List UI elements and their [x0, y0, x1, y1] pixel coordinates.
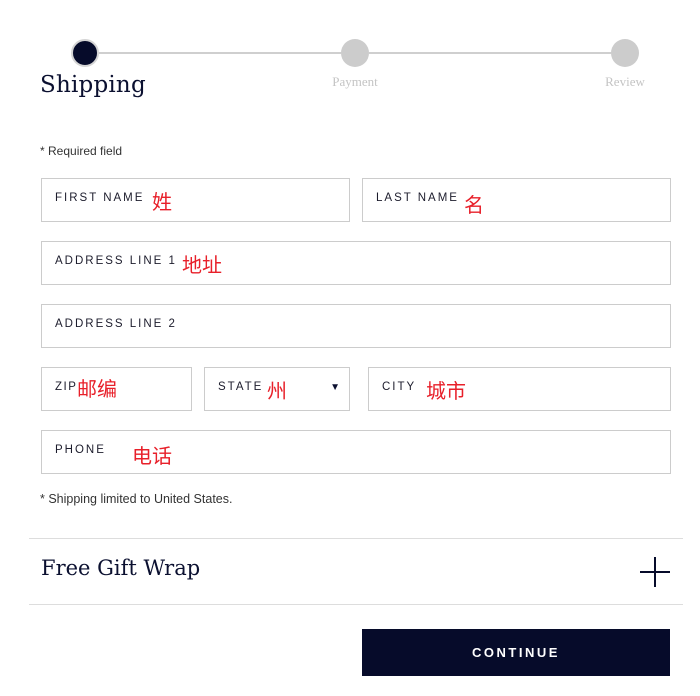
shipping-limit-note: * Shipping limited to United States.: [40, 492, 233, 506]
zip-label: ZIP: [55, 381, 78, 393]
first-name-label: FIRST NAME: [55, 192, 145, 204]
gift-wrap-title: Free Gift Wrap: [41, 556, 201, 580]
step-title-shipping: Shipping: [40, 72, 146, 98]
zip-field[interactable]: ZIP 邮编: [41, 367, 192, 411]
zip-value: 邮编: [77, 379, 117, 401]
city-field[interactable]: CITY 城市: [368, 367, 671, 411]
last-name-label: LAST NAME: [376, 192, 459, 204]
caret-down-icon[interactable]: ▼: [330, 382, 340, 393]
state-value: 州: [267, 381, 287, 403]
city-value: 城市: [426, 381, 466, 403]
phone-label: PHONE: [55, 444, 106, 456]
first-name-field[interactable]: FIRST NAME 姓: [41, 178, 350, 222]
address-line-1-field[interactable]: ADDRESS LINE 1 地址: [41, 241, 671, 285]
step-label-payment: Payment: [332, 74, 378, 89]
step-dot-payment: [341, 39, 369, 67]
divider: [29, 604, 683, 605]
stepper-connector: [99, 52, 341, 54]
address-line-1-label: ADDRESS LINE 1: [55, 255, 177, 267]
phone-field[interactable]: PHONE 电话: [41, 430, 671, 474]
last-name-value: 名: [464, 195, 484, 217]
first-name-value: 姓: [152, 192, 172, 214]
address-line-2-label: ADDRESS LINE 2: [55, 318, 177, 330]
last-name-field[interactable]: LAST NAME 名: [362, 178, 671, 222]
step-dot-review: [611, 39, 639, 67]
stepper-connector: [369, 52, 611, 54]
plus-icon[interactable]: [640, 557, 670, 587]
state-label: STATE: [218, 381, 264, 393]
state-select[interactable]: STATE 州 ▼: [204, 367, 350, 411]
required-field-note: * Required field: [40, 144, 123, 158]
step-label-review: Review: [605, 74, 645, 89]
divider: [29, 538, 683, 539]
address-line-1-value: 地址: [182, 255, 222, 277]
continue-button[interactable]: CONTINUE: [362, 629, 670, 676]
step-dot-shipping: [71, 39, 99, 67]
plus-icon-vertical: [654, 557, 656, 587]
address-line-2-field[interactable]: ADDRESS LINE 2: [41, 304, 671, 348]
city-label: CITY: [382, 381, 417, 393]
phone-value: 电话: [132, 446, 172, 468]
